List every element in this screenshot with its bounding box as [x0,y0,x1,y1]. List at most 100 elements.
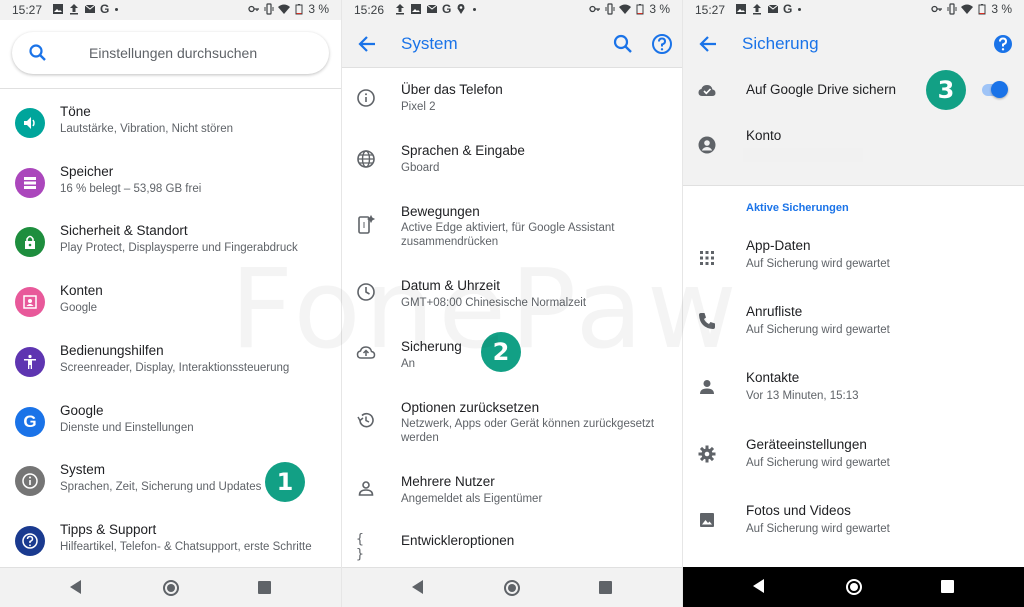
nav-back-icon[interactable] [70,580,81,594]
settings-panel: 15:27 G 3 % Einstellungen durchsuchen Tö… [0,0,341,607]
key-icon [931,5,943,13]
backup-item-call-log[interactable]: Anrufliste Auf Sicherung wird gewartet [683,302,1024,346]
backup-item-contacts[interactable]: Kontakte Vor 13 Minuten, 15:13 [683,368,1024,412]
system-item-about-phone[interactable]: Über das Telefon Pixel 2 [342,80,682,120]
page-title: System [401,34,458,53]
system-item-gestures[interactable]: Bewegungen Active Edge aktiviert, für Go… [342,202,682,252]
item-title: Sprachen & Eingabe [401,143,525,158]
item-title: App-Daten [746,238,811,253]
nav-recents-icon[interactable] [941,580,954,593]
system-icons: 3 % [931,2,1012,16]
item-subtitle: Play Protect, Displaysperre und Fingerab… [60,242,298,254]
vibrate-icon [264,3,274,15]
nav-home-icon[interactable] [845,579,862,595]
help-icon[interactable] [992,33,1014,55]
nav-back-icon[interactable] [753,579,764,593]
back-arrow-icon[interactable] [697,33,719,55]
item-title: Datum & Uhrzeit [401,278,501,293]
settings-gear-icon [698,445,716,463]
item-title: Bedienungshilfen [60,343,164,358]
settings-item-accounts[interactable]: Konten Google [0,279,341,337]
globe-icon [357,150,375,168]
nav-back-icon[interactable] [412,580,423,594]
item-subtitle: Lautstärke, Vibration, Nicht stören [60,123,234,135]
backup-panel: 15:27 G 3 % Sicherung Auf Google Drive s… [683,0,1024,607]
upload-icon [753,4,761,15]
phone-icon [699,313,715,329]
step-badge: 1 [265,462,305,502]
nav-recents-icon[interactable] [599,581,612,594]
more-dot-icon [115,7,119,11]
account-label: Konto [746,128,782,143]
settings-item-security[interactable]: Sicherheit & Standort Play Protect, Disp… [0,219,341,277]
item-subtitle: GMT+08:00 Chinesische Normalzeit [401,297,587,309]
mail-icon [767,4,779,13]
settings-item-accessibility[interactable]: Bedienungshilfen Screenreader, Display, … [0,339,341,397]
nav-home-icon[interactable] [504,580,520,596]
item-subtitle: Dienste und Einstellungen [60,422,194,434]
battery-percent: 3 % [649,2,670,16]
location-icon [457,4,465,14]
backup-item-photos-videos[interactable]: Fotos und Videos Auf Sicherung wird gewa… [683,501,1024,545]
item-title: Tipps & Support [60,522,157,537]
search-icon[interactable] [612,33,634,55]
key-icon [589,5,601,13]
wifi-icon [619,4,632,14]
system-item-date-time[interactable]: Datum & Uhrzeit GMT+08:00 Chinesische No… [342,276,682,316]
info-outline-icon [357,89,375,107]
google-icon: G [442,2,452,16]
system-item-reset-options[interactable]: Optionen zurücksetzen Netzwerk, Apps ode… [342,398,682,448]
item-title: Geräteeinstellungen [746,437,867,452]
settings-item-sound[interactable]: Töne Lautstärke, Vibration, Nicht stören [0,100,341,158]
backup-drive-row[interactable]: Auf Google Drive sichern [683,68,1024,112]
item-subtitle: Vor 13 Minuten, 15:13 [746,390,859,402]
app-bar: System [342,20,682,68]
apps-grid-icon [700,251,714,265]
cloud-upload-icon [356,346,376,359]
system-item-multiple-users[interactable]: Mehrere Nutzer Angemeldet als Eigentümer [342,472,682,512]
upload-icon [70,4,78,15]
back-arrow-icon[interactable] [356,33,378,55]
person-outline-icon [358,481,374,496]
settings-search-bar[interactable]: Einstellungen durchsuchen [12,32,329,74]
help-icon[interactable] [651,33,673,55]
braces-icon: { } [356,532,364,562]
status-bar: 15:27 G 3 % [683,0,1024,20]
battery-percent: 3 % [308,2,329,16]
item-title: Über das Telefon [401,82,503,97]
search-icon [29,44,46,61]
system-icons: 3 % [589,2,670,16]
search-placeholder: Einstellungen durchsuchen [89,45,258,61]
system-icons: 3 % [248,2,329,16]
item-subtitle: Pixel 2 [401,101,436,113]
cloud-done-icon [698,85,716,96]
settings-item-storage[interactable]: Speicher 16 % belegt – 53,98 GB frei [0,160,341,218]
backup-item-app-data[interactable]: App-Daten Auf Sicherung wird gewartet [683,236,1024,280]
battery-icon [636,4,644,15]
settings-item-google[interactable]: G Google Dienste und Einstellungen [0,399,341,457]
notification-icons: G [394,2,477,16]
system-panel: 15:26 G 3 % System Über das Telefon Pixe… [342,0,682,607]
notification-icons: G [735,2,802,16]
item-title: Konten [60,283,103,298]
system-item-languages[interactable]: Sprachen & Eingabe Gboard [342,141,682,181]
navigation-bar [0,567,341,607]
navigation-bar [683,567,1024,607]
backup-toggle[interactable] [991,81,1008,98]
backup-item-device-settings[interactable]: Geräteeinstellungen Auf Sicherung wird g… [683,435,1024,479]
nav-home-icon[interactable] [162,580,179,596]
item-title: Bewegungen [401,204,480,219]
clock-icon [357,283,375,301]
google-icon: G [783,2,793,16]
item-subtitle: An [401,358,416,370]
item-subtitle: Auf Sicherung wird gewartet [746,523,890,535]
upload-icon [396,4,404,15]
item-title: Entwickleroptionen [401,533,515,548]
item-title: Google [60,403,104,418]
system-item-developer-options[interactable]: { } Entwickleroptionen [342,530,682,562]
nav-recents-icon[interactable] [258,581,271,594]
google-icon: G [100,2,110,16]
item-subtitle: Auf Sicherung wird gewartet [746,258,890,270]
vibrate-icon [605,3,615,15]
google-icon: G [15,407,45,437]
